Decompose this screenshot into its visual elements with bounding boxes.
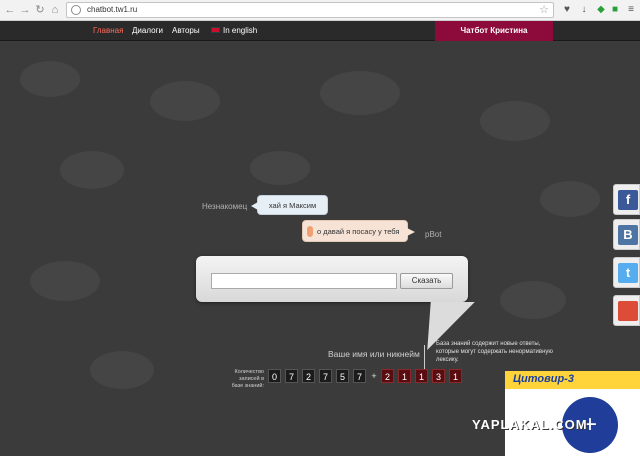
google-icon xyxy=(618,301,638,321)
address-bar[interactable]: chatbot.tw1.ru ☆ xyxy=(66,2,554,18)
google-button[interactable] xyxy=(613,295,640,326)
twitter-button[interactable]: t xyxy=(613,257,640,288)
advertisement[interactable]: Цитовир-3 xyxy=(505,371,640,456)
counter-digit: 7 xyxy=(285,369,298,383)
bot-label: pBot xyxy=(425,230,442,239)
counter-digit: 0 xyxy=(268,369,281,383)
input-panel: Сказать xyxy=(196,256,468,302)
background-cloud xyxy=(480,101,550,141)
url-text[interactable]: chatbot.tw1.ru xyxy=(87,5,137,14)
message-input[interactable] xyxy=(211,273,397,289)
nav-english[interactable]: In english xyxy=(211,26,257,35)
new-counter-digit: 3 xyxy=(432,369,445,383)
new-counter-digit: 1 xyxy=(415,369,428,383)
refresh-icon[interactable]: ↻ xyxy=(33,3,47,17)
shield-icon[interactable]: ◆ xyxy=(594,3,608,17)
counter-digit: 7 xyxy=(319,369,332,383)
counter-plus: + xyxy=(371,371,377,381)
download-icon[interactable]: ↓ xyxy=(577,3,591,17)
uk-flag-icon xyxy=(211,27,220,33)
nav-home[interactable]: Главная xyxy=(93,26,123,35)
user-message-bubble: хай я Максим xyxy=(251,195,328,215)
browser-toolbar: ← → ↻ ⌂ chatbot.tw1.ru ☆ ♥ ↓ ◆ ■ ≡ xyxy=(0,0,640,21)
chatbot-tab[interactable]: Чатбот Кристина xyxy=(435,21,553,41)
background-cloud xyxy=(60,151,124,189)
say-button[interactable]: Сказать xyxy=(400,273,453,289)
background-cloud xyxy=(540,181,600,217)
heart-icon[interactable]: ♥ xyxy=(560,3,574,17)
facebook-button[interactable]: f xyxy=(613,184,640,215)
bot-message-text: о давай я посасу у тебя xyxy=(317,227,400,236)
new-counter-digit: 2 xyxy=(381,369,394,383)
stranger-label: Незнакомец xyxy=(202,202,248,211)
records-count-label: Количество записей в базе знаний: xyxy=(231,369,264,389)
forward-icon[interactable]: → xyxy=(18,3,32,17)
facebook-icon: f xyxy=(618,190,638,210)
extension-icon[interactable]: ■ xyxy=(608,3,622,17)
counter-digit: 2 xyxy=(302,369,315,383)
ad-title: Цитовир-3 xyxy=(513,373,574,385)
background-cloud xyxy=(90,351,154,389)
back-icon[interactable]: ← xyxy=(3,3,17,17)
nav-english-label: In english xyxy=(223,26,258,35)
vk-icon: B xyxy=(618,225,638,245)
name-hint: Ваше имя или никнейм xyxy=(328,349,420,359)
counter-digit: 5 xyxy=(336,369,349,383)
note-pointer-line xyxy=(424,345,425,372)
new-counter-digit: 1 xyxy=(398,369,411,383)
new-counter-digit: 1 xyxy=(449,369,462,383)
background-cloud xyxy=(150,81,220,121)
counter-digit: 7 xyxy=(353,369,366,383)
background-cloud xyxy=(320,71,400,115)
nav-authors[interactable]: Авторы xyxy=(172,26,200,35)
background-cloud xyxy=(500,281,566,319)
star-icon[interactable]: ☆ xyxy=(539,3,549,16)
globe-icon xyxy=(71,5,81,15)
bot-message-bubble: о давай я посасу у тебя xyxy=(302,220,415,242)
background-cloud xyxy=(250,151,310,185)
vk-button[interactable]: B xyxy=(613,219,640,250)
watermark: YAPLAKAL.COM xyxy=(472,417,588,432)
background-cloud xyxy=(20,61,80,97)
bot-avatar-icon xyxy=(307,226,313,237)
background-cloud xyxy=(30,261,100,301)
home-icon[interactable]: ⌂ xyxy=(48,3,62,17)
menu-icon[interactable]: ≡ xyxy=(624,3,638,17)
nav-dialogs[interactable]: Диалоги xyxy=(132,26,163,35)
twitter-icon: t xyxy=(618,263,638,283)
knowledge-base-note: База знаний содержит новые ответы, котор… xyxy=(436,341,553,363)
